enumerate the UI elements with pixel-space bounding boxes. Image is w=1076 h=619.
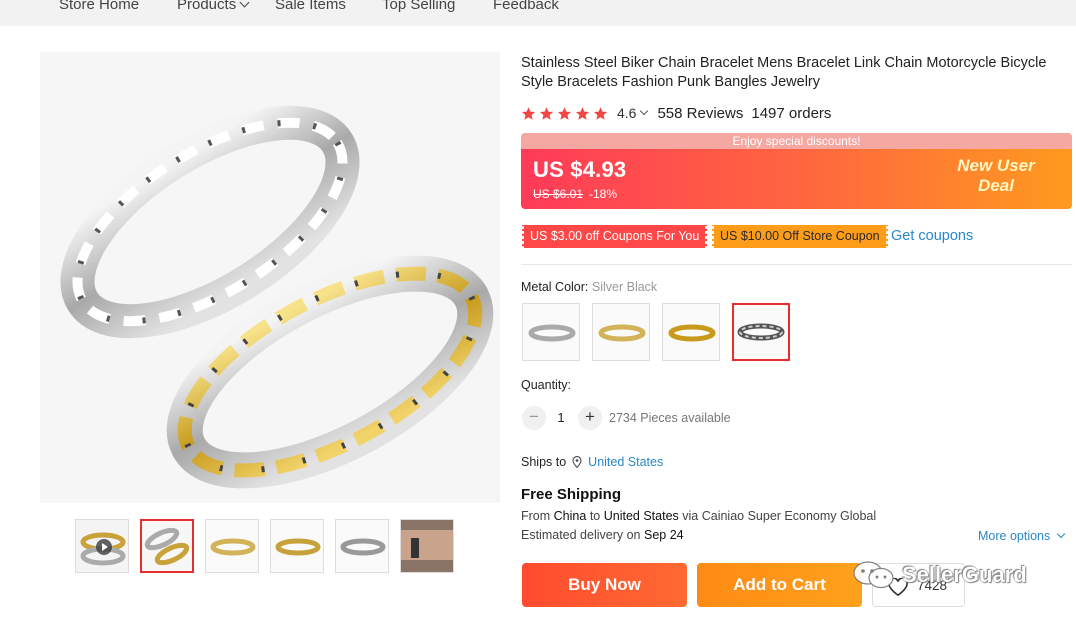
ships-to-label: Ships to bbox=[521, 455, 567, 469]
product-title: Stainless Steel Biker Chain Bracelet Men… bbox=[521, 55, 1047, 90]
more-options-link[interactable]: More options bbox=[978, 529, 1066, 543]
swatch-image bbox=[737, 323, 785, 341]
to-country: United States bbox=[603, 509, 679, 523]
estimated-delivery: Estimated delivery on Sep 24 bbox=[521, 528, 684, 542]
deal-label: Deal bbox=[978, 176, 1014, 195]
thumbnail-video[interactable] bbox=[75, 519, 129, 573]
promo-banner: Enjoy special discounts! bbox=[521, 133, 1072, 149]
quantity-label: Quantity: bbox=[521, 378, 572, 392]
metal-color-selected: Silver Black bbox=[591, 280, 658, 294]
to-label: to bbox=[589, 509, 601, 523]
star-icon bbox=[557, 106, 572, 120]
quantity-increase-button[interactable]: + bbox=[578, 406, 602, 430]
free-shipping-title: Free Shipping bbox=[521, 486, 622, 503]
thumbnail-silver[interactable] bbox=[335, 519, 389, 573]
thumbnail-image bbox=[206, 520, 258, 572]
nav-products-label: Products bbox=[177, 0, 237, 13]
new-user-label: New User bbox=[957, 156, 1035, 175]
new-user-deal-badge: New User Deal bbox=[931, 156, 1061, 196]
store-nav-bar: Store Home Products Sale Items Top Selli… bbox=[0, 0, 1076, 26]
estimated-date: Sep 24 bbox=[644, 528, 684, 542]
thumbnail-worn[interactable] bbox=[400, 519, 454, 573]
swatch-image bbox=[528, 324, 576, 342]
nav-store-home[interactable]: Store Home bbox=[59, 0, 139, 13]
thumbnail-silver-gold[interactable] bbox=[205, 519, 259, 573]
ships-to-country[interactable]: United States bbox=[588, 455, 663, 469]
nav-top-selling[interactable]: Top Selling bbox=[382, 0, 455, 13]
reviews-link[interactable]: 558 Reviews bbox=[657, 105, 743, 122]
quantity-decrease-button[interactable]: − bbox=[522, 406, 546, 430]
chevron-down-icon[interactable] bbox=[640, 106, 649, 116]
buy-now-button[interactable]: Buy Now bbox=[522, 563, 687, 607]
product-main-image[interactable] bbox=[40, 52, 500, 503]
from-country: China bbox=[553, 509, 587, 523]
swatch-image bbox=[598, 324, 646, 342]
get-coupons-link[interactable]: Get coupons bbox=[891, 228, 973, 244]
wechat-logo-icon bbox=[853, 561, 894, 589]
metal-color-label: Metal Color: Silver Black bbox=[521, 280, 657, 294]
discount-percent: -18% bbox=[589, 187, 618, 201]
star-icon bbox=[539, 106, 554, 120]
location-pin-icon bbox=[572, 456, 582, 468]
watermark-text: SellerGuard bbox=[902, 562, 1027, 587]
rating-row: 4.6 558 Reviews 1497 orders bbox=[521, 103, 831, 123]
rating-value[interactable]: 4.6 bbox=[617, 105, 636, 121]
star-icon bbox=[593, 106, 608, 120]
quantity-value[interactable]: 1 bbox=[553, 410, 569, 425]
star-icon bbox=[575, 106, 590, 120]
chevron-down-icon bbox=[239, 0, 250, 8]
pieces-available: 2734 Pieces available bbox=[609, 411, 731, 425]
nav-products[interactable]: Products bbox=[177, 0, 250, 13]
coupon-3-off[interactable]: US $3.00 off Coupons For You bbox=[520, 225, 709, 248]
thumbnail-image bbox=[271, 520, 323, 572]
ships-to-row: Ships to United States bbox=[521, 455, 663, 469]
shipping-route: From China to United States via Cainiao … bbox=[521, 509, 876, 523]
estimated-label: Estimated delivery on bbox=[521, 528, 641, 542]
from-label: From bbox=[521, 509, 551, 523]
original-price: US $6.01 bbox=[533, 187, 584, 201]
price-box: US $4.93 US $6.01 -18% New User Deal bbox=[521, 149, 1072, 209]
chevron-down-icon bbox=[1057, 529, 1066, 539]
swatch-image bbox=[668, 324, 716, 342]
current-price: US $4.93 bbox=[533, 157, 627, 182]
swatch-silver[interactable] bbox=[522, 303, 580, 361]
thumbnail-gold[interactable] bbox=[270, 519, 324, 573]
rating-stars bbox=[521, 106, 611, 121]
metal-color-title: Metal Color: bbox=[521, 280, 589, 294]
coupon-10-off-store[interactable]: US $10.00 Off Store Coupon bbox=[711, 225, 889, 248]
add-to-cart-button[interactable]: Add to Cart bbox=[697, 563, 862, 607]
swatch-silver-gold[interactable] bbox=[592, 303, 650, 361]
orders-count: 1497 orders bbox=[751, 104, 832, 122]
thumbnail-image bbox=[142, 521, 192, 571]
star-icon bbox=[521, 106, 536, 120]
nav-sale-items[interactable]: Sale Items bbox=[275, 0, 346, 13]
swatch-silver-black[interactable] bbox=[732, 303, 790, 361]
swatch-gold[interactable] bbox=[662, 303, 720, 361]
thumbnail-main[interactable] bbox=[140, 519, 194, 573]
watermark: SellerGuard bbox=[852, 560, 1027, 590]
nav-feedback[interactable]: Feedback bbox=[493, 0, 559, 13]
more-options-label: More options bbox=[978, 529, 1051, 543]
thumbnail-image bbox=[401, 520, 453, 572]
divider bbox=[521, 264, 1072, 265]
shipping-method: via Cainiao Super Economy Global bbox=[682, 509, 877, 523]
play-icon bbox=[96, 539, 112, 555]
thumbnail-image bbox=[336, 520, 388, 572]
bracelet-photo bbox=[40, 52, 500, 503]
